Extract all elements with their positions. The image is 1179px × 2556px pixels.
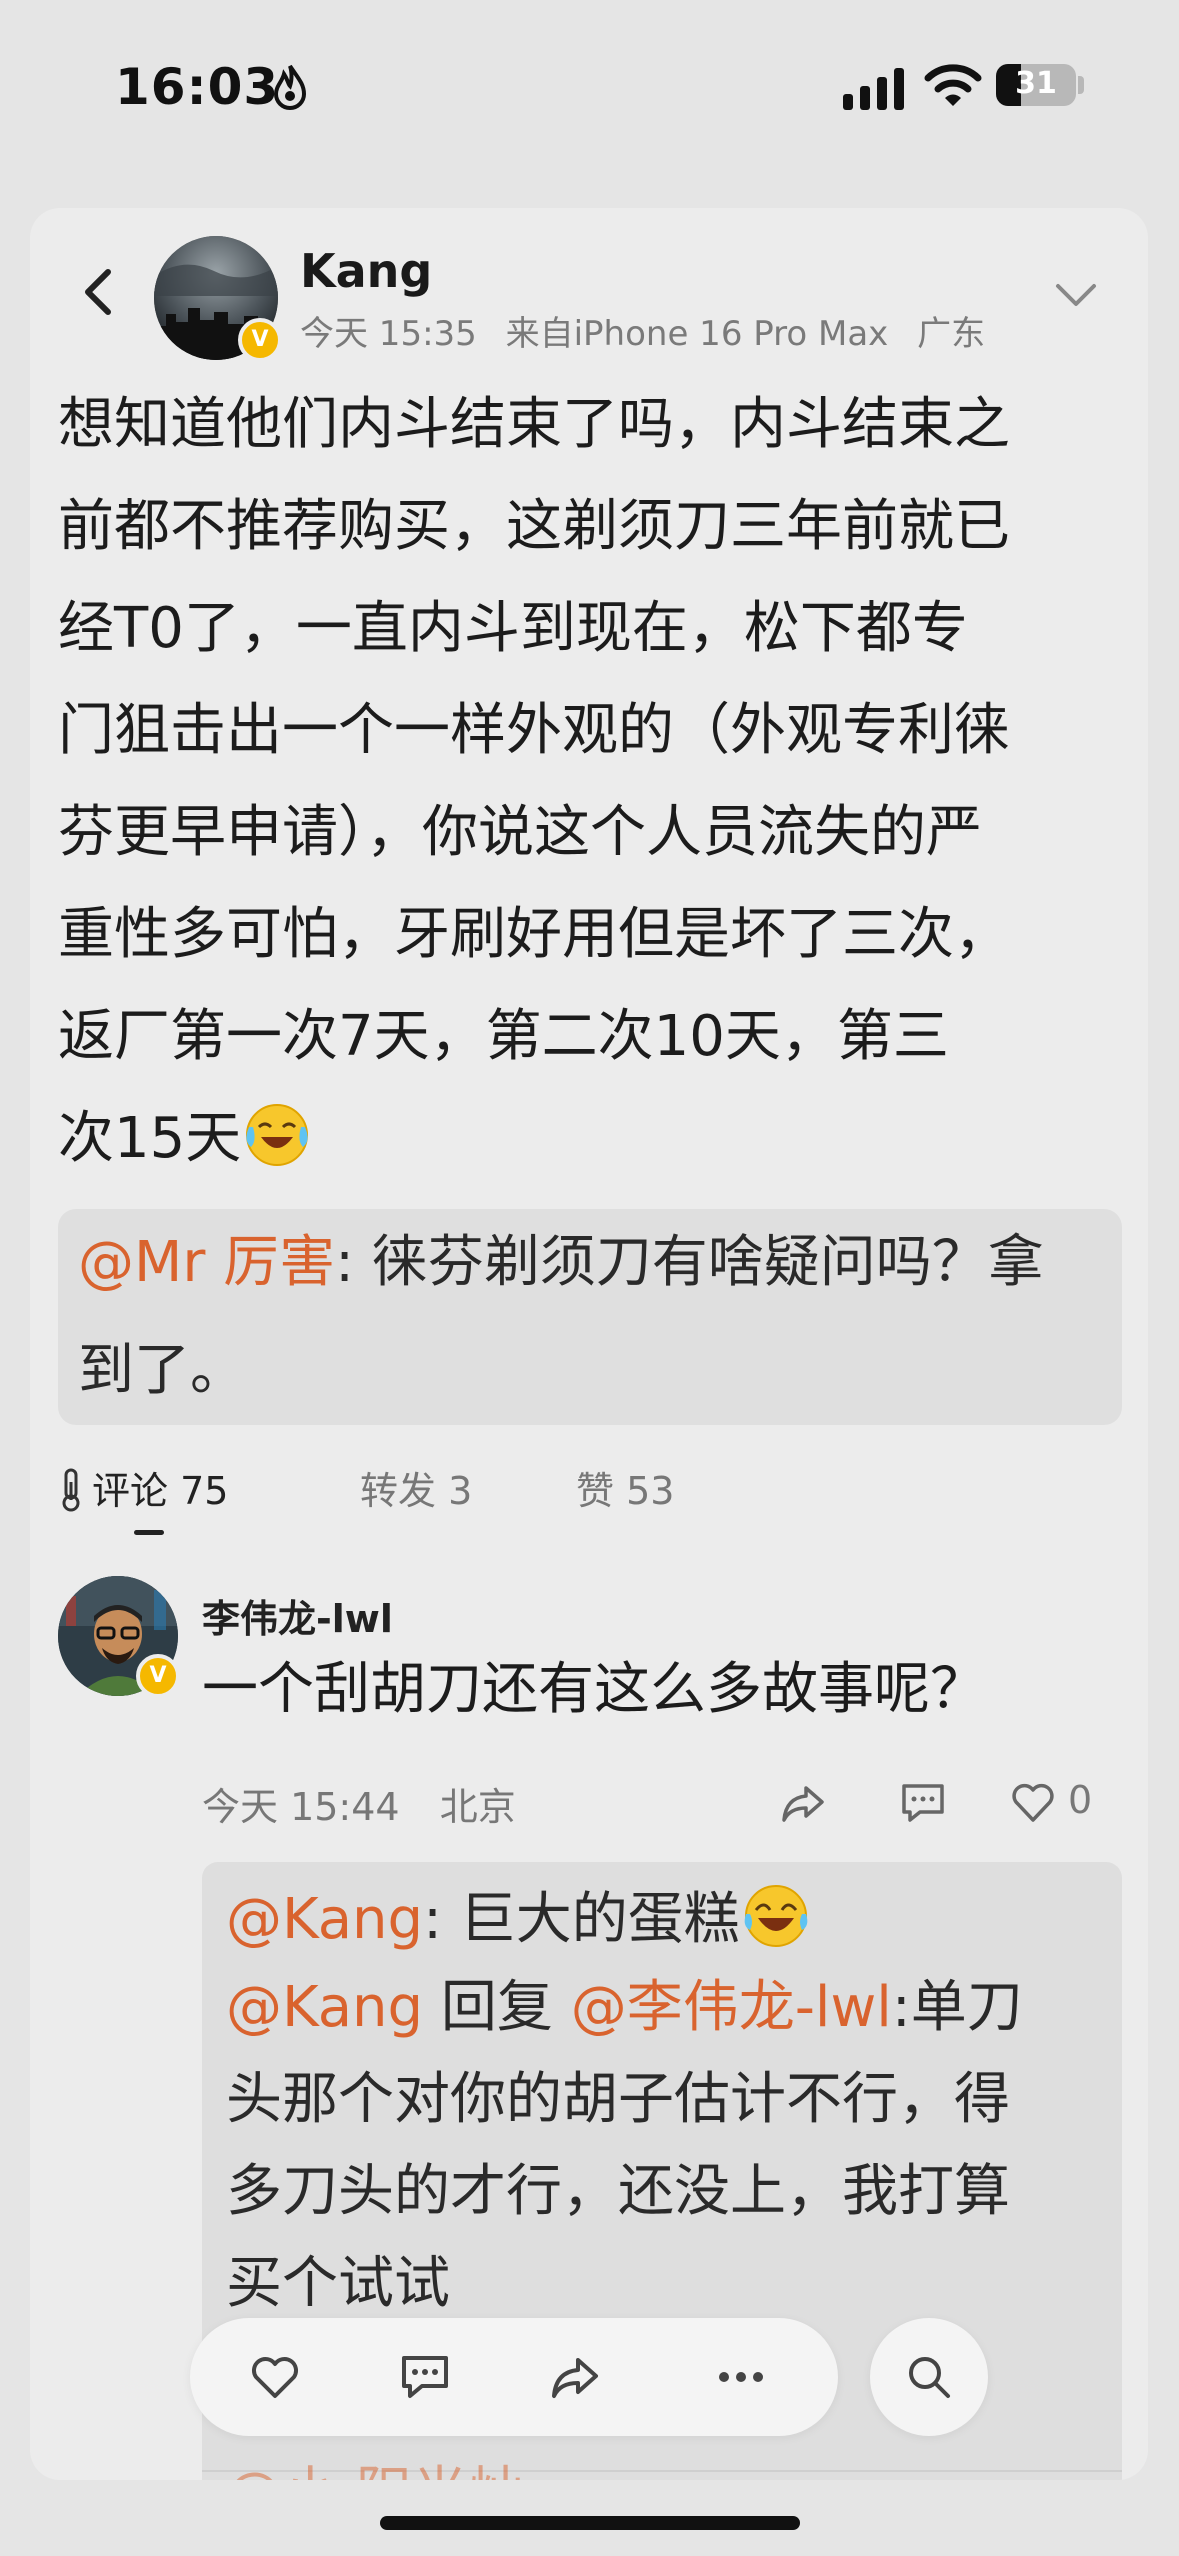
quoted-post[interactable]: @Mr 厉害: 徕芬剃须刀有啥疑问吗？拿 到了。: [58, 1209, 1122, 1425]
reply-line: @Kang 回复 @李伟龙-lwl:单刀: [226, 1962, 1106, 2054]
author-name[interactable]: Kang: [300, 244, 432, 298]
quote-text: @Mr 厉害: 徕芬剃须刀有啥疑问吗？拿 到了。: [78, 1209, 1108, 1425]
reply-line: 买个试试: [226, 2251, 450, 2316]
chevron-down-icon[interactable]: [1054, 280, 1098, 310]
status-time: 16:03: [115, 58, 280, 116]
reply-mention[interactable]: @Kang: [226, 1887, 423, 1952]
comment-meta: 今天 15:44 北京: [202, 1776, 544, 1831]
reply-text: :单刀: [891, 1975, 1023, 2040]
battery-level: 31: [1015, 66, 1057, 101]
more-icon[interactable]: [714, 2352, 768, 2402]
verified-badge: V: [136, 1654, 180, 1698]
thermometer-icon: [62, 1468, 80, 1512]
reply-item: @Kang 回复 @李伟龙-lwl:单刀 头那个对你的胡子估计不行，得 多刀头的…: [226, 1962, 1106, 2330]
post-line: 返厂第一次7天，第二次10天，第三: [58, 1004, 949, 1069]
tab-reposts[interactable]: 转发 3: [360, 1460, 472, 1515]
quote-line1: : 徕芬剃须刀有啥疑问吗？拿: [335, 1230, 1044, 1295]
post-body: 想知道他们内斗结束了吗，内斗结束之 前都不推荐购买，这剃须刀三年前就已 经T0了…: [58, 374, 1124, 1190]
tab-likes[interactable]: 赞 53: [576, 1460, 674, 1515]
post-meta: 今天 15:35 来自iPhone 16 Pro Max 广东: [300, 306, 1003, 355]
like-post-heart-icon[interactable]: [248, 2352, 302, 2402]
tab-comments-label: 评论 75: [92, 1469, 229, 1513]
active-tab-indicator: [134, 1530, 164, 1535]
post-date: 今天 15:35: [300, 314, 477, 354]
reply-partial: @小 阳光灿: [226, 2448, 524, 2480]
quote-line: @Mr 厉害: 徕芬剃须刀有啥疑问吗？拿: [78, 1209, 1108, 1317]
post-line: 重性多可怕，牙刷好用但是坏了三次，: [58, 902, 1010, 967]
comment-location: 北京: [439, 1785, 516, 1829]
comment-text: 一个刮胡刀还有这么多故事呢？: [202, 1657, 986, 1722]
comment-like-count: 0: [1068, 1778, 1093, 1822]
tab-comments[interactable]: 评论 75: [58, 1460, 228, 1515]
search-icon: [909, 2357, 950, 2398]
reply-line: 多刀头的才行，还没上，我打算: [226, 2159, 1010, 2224]
share-icon[interactable]: [778, 1778, 828, 1828]
reply-target[interactable]: @李伟龙-lwl: [571, 1975, 892, 2040]
laugh-cry-emoji: [246, 1104, 309, 1166]
post-source: 来自iPhone 16 Pro Max: [505, 314, 889, 354]
comment-date: 今天 15:44: [202, 1785, 400, 1829]
post-card: V Kang 今天 15:35 来自iPhone 16 Pro Max 广东 想…: [30, 208, 1148, 2480]
back-icon[interactable]: [74, 262, 124, 322]
wifi-icon: [924, 64, 982, 106]
reply-word: 回复: [423, 1975, 571, 2040]
post-line: 想知道他们内斗结束了吗，内斗结束之: [58, 392, 1010, 457]
post-line-last: 次15天: [58, 1088, 1124, 1190]
cell-signal-icon: [843, 68, 904, 110]
comment-post-icon[interactable]: [398, 2352, 452, 2402]
bottom-toolbar: [190, 2318, 838, 2436]
reply-line: 头那个对你的胡子估计不行，得: [226, 2067, 1010, 2132]
battery-icon: 31: [996, 64, 1076, 106]
quote-mention[interactable]: @Mr 厉害: [78, 1230, 335, 1295]
flame-icon: [273, 64, 307, 110]
post-location: 广东: [917, 314, 986, 354]
heart-icon[interactable]: [1008, 1778, 1058, 1828]
comment-icon[interactable]: [898, 1778, 948, 1828]
verified-badge: V: [238, 318, 282, 362]
search-button[interactable]: [870, 2318, 988, 2436]
post-line: 芬更早申请），你说这个人员流失的严: [58, 800, 982, 865]
home-indicator[interactable]: [380, 2516, 800, 2530]
reply-item: @Kang: 巨大的蛋糕: [226, 1874, 1106, 1966]
reply-mention[interactable]: @Kang: [226, 1975, 423, 2040]
post-line: 次15天: [58, 1106, 242, 1171]
laugh-emoji: [744, 1885, 808, 1947]
quote-line2: 到了。: [78, 1338, 246, 1403]
post-line: 前都不推荐购买，这剃须刀三年前就已: [58, 494, 1010, 559]
share-post-icon[interactable]: [548, 2352, 602, 2402]
post-line: 经T0了，一直内斗到现在，松下都专: [58, 596, 968, 661]
commenter-name[interactable]: 李伟龙-lwl: [202, 1588, 393, 1643]
battery-tip: [1078, 76, 1084, 94]
reply-text: : 巨大的蛋糕: [423, 1887, 740, 1952]
post-line: 门狙击出一个一样外观的（外观专利徕: [58, 698, 1010, 763]
